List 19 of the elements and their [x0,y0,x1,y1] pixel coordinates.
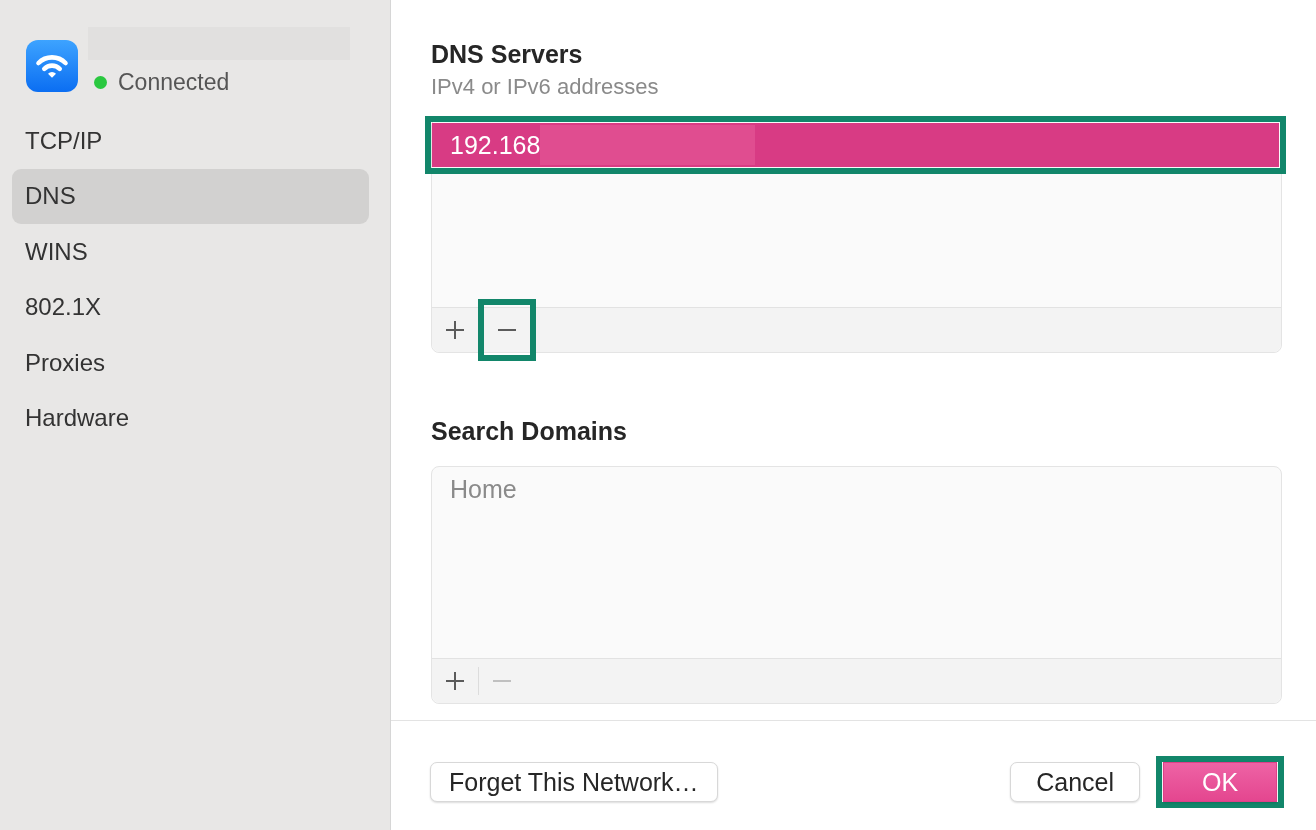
minus-icon [493,680,511,682]
sidebar-item[interactable]: DNS [12,168,369,224]
minus-icon [498,329,516,331]
sidebar-item[interactable]: Hardware [12,390,369,446]
plus-icon [446,321,464,339]
plus-icon [446,672,464,690]
section-subtitle: IPv4 or IPv6 addresses [431,75,660,99]
sidebar-item[interactable]: Proxies [12,335,369,391]
section-title: Search Domains [431,417,628,445]
list-row[interactable]: 192.168 [432,123,1279,167]
sidebar-item[interactable]: TCP/IP [12,113,369,169]
status-label: Connected [118,70,230,94]
dialog-button[interactable]: Forget This Network… [430,762,718,802]
sidebar-item[interactable]: WINS [12,224,369,280]
dialog-button[interactable]: Cancel [1010,762,1140,802]
section-title: DNS Servers [431,40,584,68]
sidebar-item[interactable]: 802.1X [12,279,369,335]
entry-text: 192.168 [450,130,541,160]
wifi-icon [26,40,78,92]
